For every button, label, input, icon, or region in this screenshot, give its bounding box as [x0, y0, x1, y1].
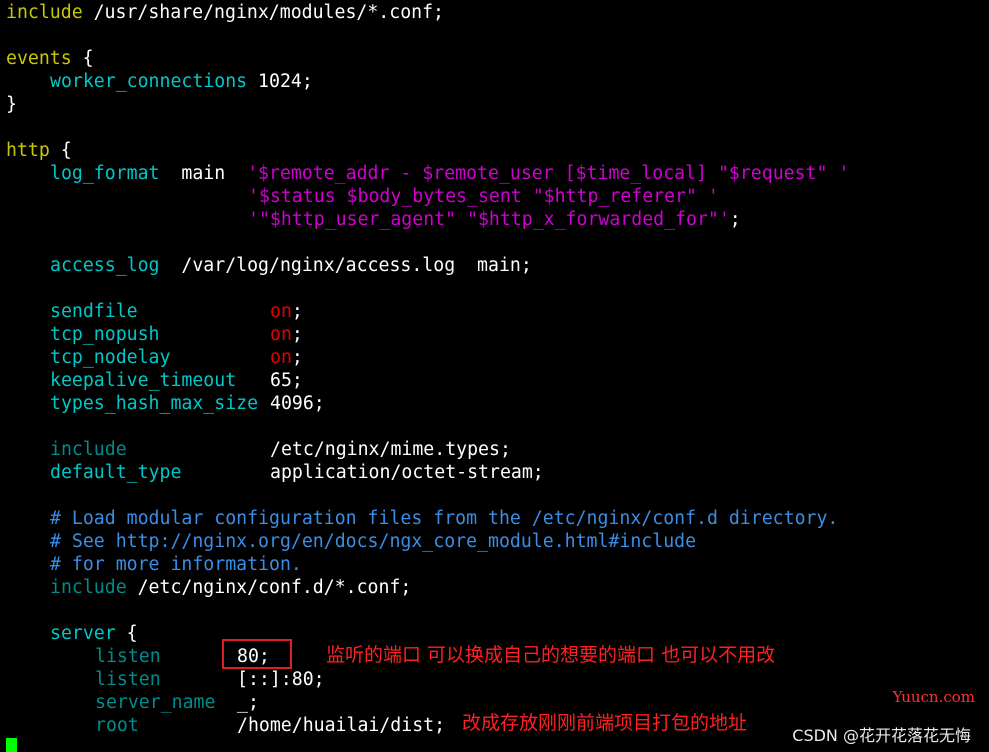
comment-line: # See http://nginx.org/en/docs/ngx_core_… [50, 530, 696, 553]
keyword: events [6, 48, 72, 69]
config-line: worker_connections 1024; [50, 70, 313, 93]
value: 1024; [247, 71, 313, 92]
directive: types_hash_max_size [50, 393, 259, 414]
value: main [159, 163, 248, 184]
config-value: 4096; [270, 392, 325, 415]
value: application/octet-stream; [270, 462, 544, 483]
config-line: sendfile [50, 300, 138, 323]
comment-line: # for more information. [50, 553, 302, 576]
config-value: on; [270, 300, 303, 323]
value: ; [729, 209, 741, 230]
config-value: /home/huailai/dist; [237, 714, 445, 737]
directive: tcp_nopush [50, 324, 160, 345]
author-watermark: CSDN @花开花落花无悔 [792, 726, 971, 745]
value: { [49, 140, 72, 161]
config-line: tcp_nodelay [50, 346, 170, 369]
keyword: include [6, 2, 83, 23]
value: /etc/nginx/conf.d/*.conf; [126, 577, 412, 598]
config-line: server { [50, 622, 138, 645]
value-on: on [270, 301, 292, 322]
string: '"$http_user_agent" "$http_x_forwarded_f… [248, 209, 730, 230]
value: ; [291, 324, 303, 345]
port-highlight-box [222, 639, 292, 669]
config-value: on; [270, 346, 303, 369]
directive: keepalive_timeout [50, 370, 237, 391]
config-value: _; [237, 691, 259, 714]
keyword: http [6, 140, 50, 161]
config-value: [::]:80; [237, 668, 325, 691]
value: 65; [270, 370, 303, 391]
config-value: 65; [270, 369, 303, 392]
config-line: include [50, 438, 127, 461]
root-path-value: /home/huailai/dist; [237, 715, 446, 736]
config-line: server_name [95, 691, 215, 714]
value-on: on [270, 324, 292, 345]
brace: } [6, 94, 17, 115]
config-line: include /etc/nginx/conf.d/*.conf; [50, 576, 411, 599]
config-line: '"$http_user_agent" "$http_x_forwarded_f… [248, 208, 741, 231]
value: /usr/share/nginx/modules/*.conf; [82, 2, 444, 23]
value-on: on [270, 347, 292, 368]
directive: root [95, 715, 139, 736]
directive: log_format [50, 163, 160, 184]
config-line: listen [95, 645, 161, 668]
directive: listen [95, 646, 161, 667]
string: '$status $body_bytes_sent "$http_referer… [248, 186, 719, 207]
config-line: root [95, 714, 139, 737]
config-value: application/octet-stream; [270, 461, 544, 484]
config-value: on; [270, 323, 303, 346]
config-line: } [6, 93, 17, 116]
value: { [71, 48, 94, 69]
directive: tcp_nodelay [50, 347, 171, 368]
directive: worker_connections [50, 71, 248, 92]
config-line: include /usr/share/nginx/modules/*.conf; [6, 1, 444, 24]
config-line: events { [6, 47, 94, 70]
directive: include [50, 439, 127, 460]
value: _; [237, 692, 259, 713]
config-line: keepalive_timeout [50, 369, 236, 392]
value: /var/log/nginx/access.log main; [159, 255, 532, 276]
directive: server_name [95, 692, 216, 713]
value: 4096; [270, 393, 325, 414]
directive: default_type [50, 462, 182, 483]
value: ; [291, 347, 303, 368]
config-value: /etc/nginx/mime.types; [270, 438, 511, 461]
comment-line: # Load modular configuration files from … [50, 507, 838, 530]
directive: include [50, 577, 127, 598]
config-line: '$status $body_bytes_sent "$http_referer… [248, 185, 719, 208]
comment: # for more information. [50, 554, 302, 575]
terminal-window[interactable]: include /usr/share/nginx/modules/*.conf;… [0, 0, 989, 752]
comment: # Load modular configuration files from … [50, 508, 839, 529]
config-line: default_type [50, 461, 181, 484]
value: [::]:80; [237, 669, 325, 690]
value: { [115, 623, 138, 644]
root-annotation: 改成存放刚刚前端项目打包的地址 [462, 712, 748, 734]
value: /etc/nginx/mime.types; [270, 439, 511, 460]
string: '$remote_addr - $remote_user [$time_loca… [247, 163, 850, 184]
port-annotation: 监听的端口 可以换成自己的想要的端口 也可以不用改 [326, 644, 776, 666]
config-line: types_hash_max_size [50, 392, 258, 415]
site-watermark: Yuucn.com [892, 688, 975, 706]
comment: # See http://nginx.org/en/docs/ngx_core_… [50, 531, 697, 552]
directive: access_log [50, 255, 160, 276]
config-line: log_format main '$remote_addr - $remote_… [50, 162, 849, 185]
config-line: listen [95, 668, 161, 691]
directive: server [50, 623, 116, 644]
terminal-cursor [6, 738, 17, 752]
config-line: http { [6, 139, 72, 162]
value: ; [291, 301, 303, 322]
config-line: access_log /var/log/nginx/access.log mai… [50, 254, 532, 277]
directive: listen [95, 669, 161, 690]
config-line: tcp_nopush [50, 323, 160, 346]
directive: sendfile [50, 301, 138, 322]
